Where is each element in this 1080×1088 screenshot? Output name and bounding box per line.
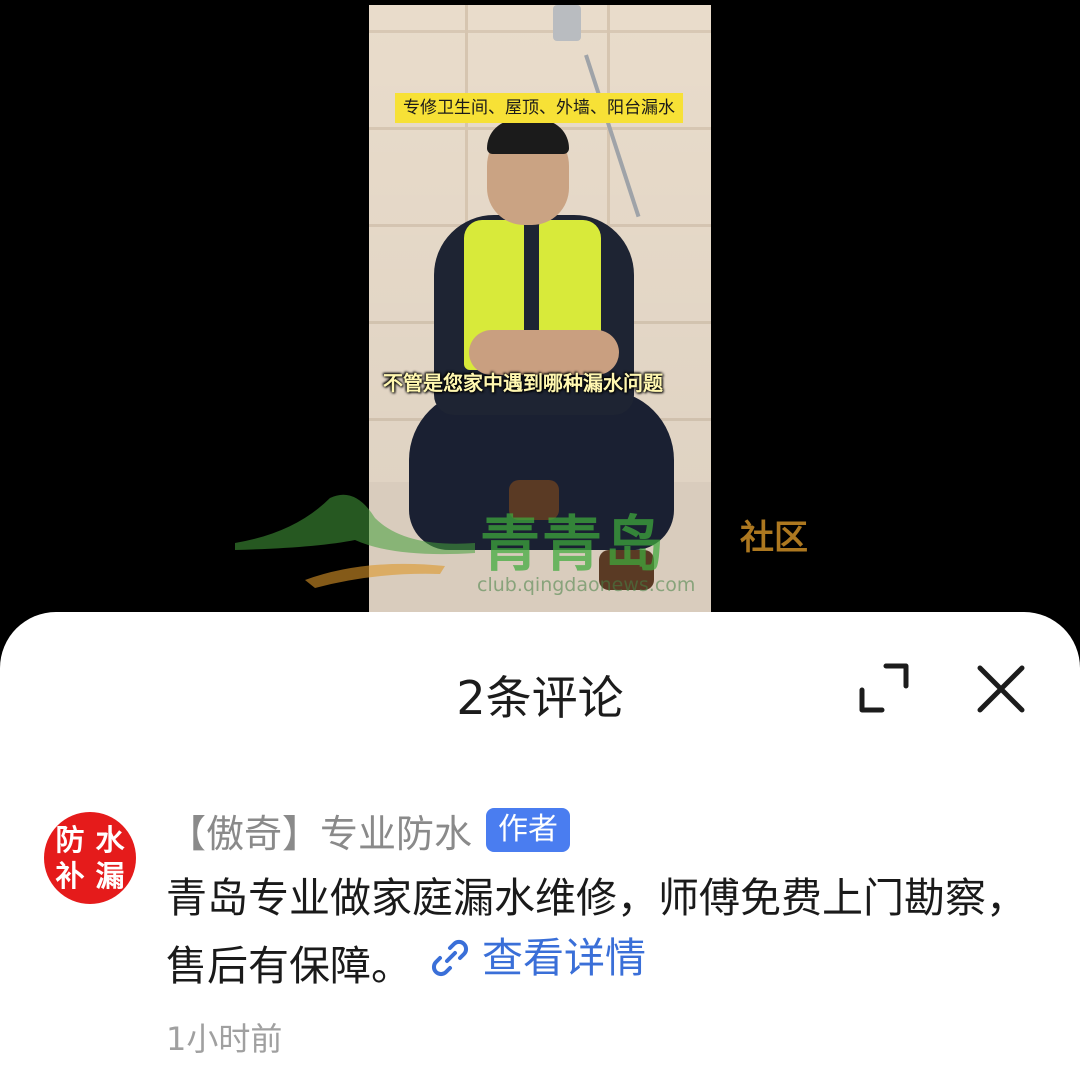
boot-left	[509, 480, 559, 520]
link-icon	[431, 939, 469, 977]
author-row: 【傲奇】专业防水 作者	[168, 802, 571, 858]
close-button[interactable]	[972, 660, 1030, 718]
expand-button[interactable]	[856, 660, 912, 716]
avatar-char: 防	[55, 823, 85, 857]
video-caption-top: 专修卫生间、屋顶、外墙、阳台漏水	[395, 93, 683, 123]
shower-fixture	[553, 5, 581, 41]
expand-icon	[859, 663, 909, 713]
view-details-label: 查看详情	[482, 934, 646, 982]
avatar-char: 漏	[95, 859, 125, 893]
close-icon	[977, 665, 1025, 713]
author-name[interactable]: 【傲奇】专业防水	[168, 803, 472, 858]
comments-sheet: 2条评论 防 水 补 漏 【傲奇】专业防水 作者 青岛专业做家庭漏水维修，师傅免…	[0, 612, 1080, 1088]
author-badge: 作者	[486, 808, 571, 852]
watermark-suffix: 社区	[740, 518, 808, 558]
presenter	[409, 120, 679, 610]
avatar[interactable]: 防 水 补 漏	[44, 812, 136, 904]
avatar-text: 防 水 补 漏	[50, 822, 130, 894]
comment-body: 青岛专业做家庭漏水维修，师傅免费上门勘察，售后有保障。 查看详情	[166, 868, 1046, 996]
presenter-hair	[487, 120, 569, 154]
video-player[interactable]: 专修卫生间、屋顶、外墙、阳台漏水 不管是您家中遇到哪种漏水问题 青青岛 社区 c…	[0, 0, 1080, 612]
view-details-link[interactable]: 查看详情	[428, 928, 646, 988]
video-subtitle: 不管是您家中遇到哪种漏水问题	[383, 371, 663, 395]
comment-timestamp: 1小时前	[166, 1020, 283, 1058]
comments-title: 2条评论	[456, 671, 624, 725]
boot-right	[599, 550, 654, 590]
video-frame[interactable]: 专修卫生间、屋顶、外墙、阳台漏水 不管是您家中遇到哪种漏水问题	[369, 5, 711, 612]
avatar-char: 补	[55, 859, 85, 893]
avatar-char: 水	[95, 823, 125, 857]
